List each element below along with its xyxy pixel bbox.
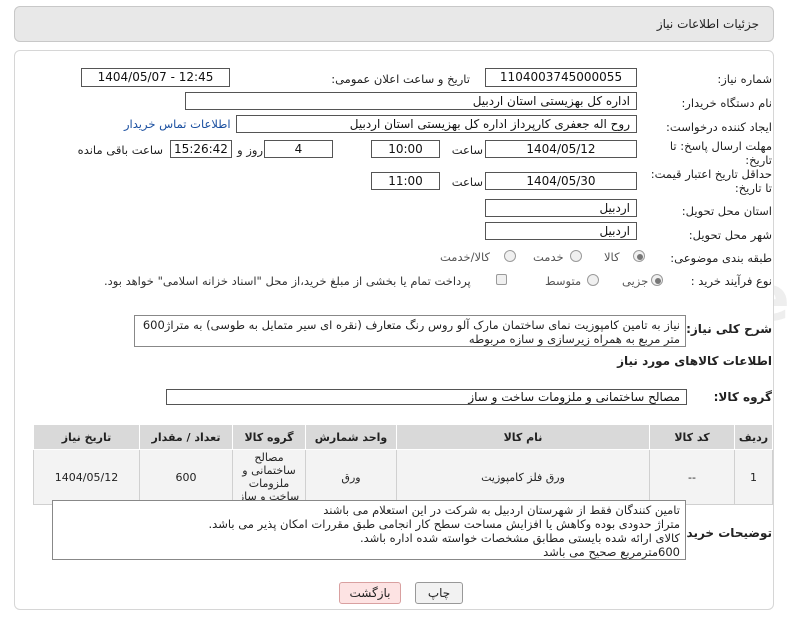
category-radio-goods-service[interactable]	[504, 250, 516, 262]
delivery-province-label: استان محل تحویل:	[681, 204, 772, 218]
requester-label: ایجاد کننده درخواست:	[666, 120, 772, 134]
process-label: نوع فرآیند خرید :	[690, 274, 772, 288]
announce-label: تاریخ و ساعت اعلان عمومی:	[331, 72, 470, 86]
buyer-note-line: تامین کنندگان فقط از شهرستان اردبیل به ش…	[323, 503, 680, 517]
days-label: روز و	[237, 143, 263, 157]
validity-time-field: 11:00	[371, 172, 440, 190]
description-textarea[interactable]: نیاز به تامین کامپوزیت نمای ساختمان مارک…	[134, 315, 686, 347]
category-radio-goods[interactable]	[633, 250, 645, 262]
col-quantity: تعداد / مقدار	[139, 424, 233, 450]
col-code: کد کالا	[649, 424, 735, 450]
category-option-goods: کالا	[604, 250, 620, 264]
validity-time-label: ساعت	[451, 175, 483, 189]
buyer-note-line: کالای ارائه شده بایستی مطابق مشخصات خواس…	[359, 531, 680, 545]
price-validity-label-2: تا تاریخ:	[734, 181, 772, 195]
days-remaining-field: 4	[264, 140, 333, 158]
col-group: گروه کالا	[232, 424, 306, 450]
cell-row: 1	[734, 449, 773, 505]
reply-time-label: ساعت	[451, 143, 483, 157]
requester-field: روح اله جعفری کارپرداز اداره کل بهزیستی …	[236, 115, 637, 133]
cell-date: 1404/05/12	[33, 449, 140, 505]
category-option-goods-service: کالا/خدمت	[440, 250, 491, 264]
description-label: شرح کلی نیاز:	[686, 322, 772, 336]
buyer-org-field: اداره کل بهزیستی استان اردبیل	[185, 92, 637, 110]
col-date: تاریخ نیاز	[33, 424, 140, 450]
remaining-time-label: ساعت باقی مانده	[77, 143, 163, 157]
goods-group-field: مصالح ساختمانی و ملزومات ساخت و ساز	[166, 389, 687, 405]
buyer-note-line: متراژ حدودی بوده وکاهش یا افزایش مساحت س…	[208, 517, 680, 531]
cell-quantity: 600	[139, 449, 233, 505]
buyer-org-label: نام دستگاه خریدار:	[681, 96, 772, 110]
delivery-city-field: اردبیل	[485, 222, 637, 240]
buyer-notes-textarea[interactable]: تامین کنندگان فقط از شهرستان اردبیل به ش…	[52, 500, 686, 560]
goods-group-label: گروه کالا:	[713, 390, 772, 404]
reply-deadline-label-2: تاریخ:	[745, 153, 772, 167]
delivery-city-label: شهر محل تحویل:	[688, 228, 772, 242]
goods-table: ردیف کد کالا نام کالا واحد شمارش گروه کا…	[33, 424, 773, 505]
back-button[interactable]: بازگشت	[339, 582, 401, 604]
page-title: جزئیات اطلاعات نیاز	[656, 17, 759, 31]
buyer-contact-link[interactable]: اطلاعات تماس خریدار	[124, 117, 231, 131]
reply-deadline-label: مهلت ارسال پاسخ: تا	[669, 139, 772, 153]
cell-group: مصالح ساختمانی و ملزومات ساخت و ساز	[232, 449, 306, 505]
category-radio-service[interactable]	[570, 250, 582, 262]
col-name: نام کالا	[396, 424, 650, 450]
remaining-time-field: 15:26:42	[170, 140, 232, 158]
category-option-service: خدمت	[533, 250, 564, 264]
cell-unit: ورق	[305, 449, 397, 505]
table-row: 1 -- ورق فلز کامپوزیت ورق مصالح ساختمانی…	[33, 449, 773, 505]
process-option-minor: جزیی	[622, 274, 649, 288]
page-header: جزئیات اطلاعات نیاز	[14, 6, 774, 42]
need-number-label: شماره نیاز:	[717, 72, 772, 86]
print-button[interactable]: چاپ	[415, 582, 463, 604]
process-radio-minor[interactable]	[651, 274, 663, 286]
treasury-payment-checkbox[interactable]	[496, 274, 507, 285]
buyer-note-line: 600مترمربع صحیح می باشد	[543, 545, 680, 559]
need-number-field: 1104003745000055	[485, 68, 637, 87]
validity-date-field: 1404/05/30	[485, 172, 637, 190]
cell-code: --	[649, 449, 735, 505]
cell-name: ورق فلز کامپوزیت	[396, 449, 650, 505]
announce-field: 1404/05/07 - 12:45	[81, 68, 230, 87]
col-row: ردیف	[734, 424, 773, 450]
process-radio-medium[interactable]	[587, 274, 599, 286]
reply-date-field: 1404/05/12	[485, 140, 637, 158]
category-label: طبقه بندی موضوعی:	[670, 251, 772, 265]
reply-time-field: 10:00	[371, 140, 440, 158]
goods-section-title: اطلاعات کالاهای مورد نیاز	[617, 354, 772, 368]
col-unit: واحد شمارش	[305, 424, 397, 450]
process-option-medium: متوسط	[545, 274, 582, 288]
delivery-province-field: اردبیل	[485, 199, 637, 217]
goods-table-header: ردیف کد کالا نام کالا واحد شمارش گروه کا…	[33, 424, 773, 450]
treasury-payment-note: پرداخت تمام یا بخشی از مبلغ خرید،از محل …	[104, 274, 471, 288]
price-validity-label: حداقل تاریخ اعتبار قیمت:	[650, 167, 772, 181]
